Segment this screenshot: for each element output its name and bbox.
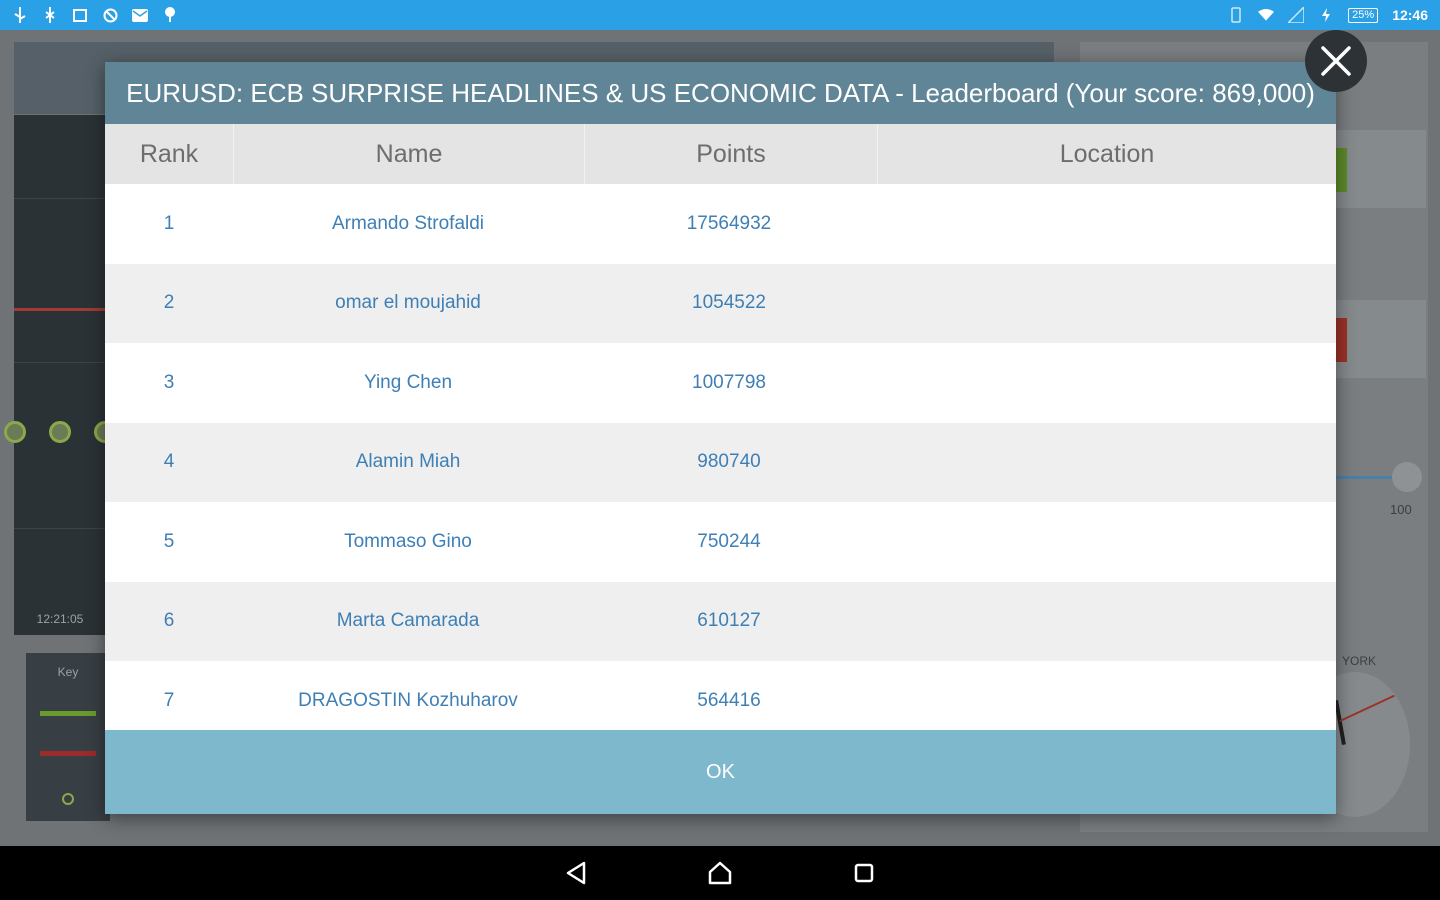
recents-square-icon (854, 863, 874, 883)
chart-gridline (14, 362, 106, 363)
recents-button[interactable] (847, 856, 881, 890)
table-row[interactable]: 3 Ying Chen 1007798 (105, 343, 1336, 423)
back-triangle-icon (566, 861, 586, 885)
background-slider-max: 100 (1390, 502, 1412, 517)
close-dialog-button[interactable] (1305, 30, 1367, 92)
rank-cell: 7 (163, 689, 175, 711)
location-cell (875, 343, 1336, 423)
location-cell (875, 661, 1336, 730)
leaderboard-table[interactable]: 1 Armando Strofaldi 17564932 2 omar el m… (105, 184, 1336, 730)
navigation-bar (0, 846, 1440, 900)
calendar-icon (72, 7, 88, 23)
blocked-icon (102, 7, 118, 23)
points-cell: 564416 (697, 689, 761, 711)
rank-cell: 6 (163, 610, 175, 632)
system-icons: 25% 12:46 (1216, 7, 1440, 23)
status-time: 12:46 (1392, 7, 1428, 23)
location-pin-icon (162, 7, 178, 23)
vibrate-icon (1228, 7, 1244, 23)
rank-cell: 4 (163, 451, 175, 473)
email-icon (132, 7, 148, 23)
points-cell: 980740 (697, 451, 761, 473)
name-cell[interactable]: Alamin Miah (233, 423, 583, 503)
name-cell[interactable]: Armando Strofaldi (233, 184, 583, 264)
background-buy-bar (1335, 148, 1347, 192)
location-cell (875, 184, 1336, 264)
chart-key-label: Key (57, 665, 79, 679)
signal-icon (1288, 7, 1305, 23)
back-button[interactable] (559, 856, 593, 890)
column-header-points: Points (585, 124, 878, 184)
location-cell (875, 502, 1336, 582)
background-sell-bar (1335, 318, 1347, 362)
background-clock-city: YORK (1342, 654, 1377, 668)
table-row[interactable]: 2 omar el moujahid 1054522 (105, 263, 1336, 344)
background-slider-track (1335, 476, 1395, 479)
key-green-line (40, 711, 96, 716)
home-icon (708, 861, 732, 885)
column-header-location: Location (1059, 139, 1155, 168)
location-cell (875, 423, 1336, 503)
key-red-line (40, 751, 96, 756)
points-cell: 610127 (697, 610, 761, 632)
column-header-name: Name (234, 124, 585, 184)
table-row[interactable]: 4 Alamin Miah 980740 (105, 422, 1336, 503)
name-cell[interactable]: Tommaso Gino (233, 502, 583, 582)
chart-point (49, 421, 71, 443)
charging-icon (1318, 7, 1334, 23)
rank-cell: 2 (163, 292, 175, 314)
name-cell[interactable]: DRAGOSTIN Kozhuharov (233, 661, 583, 730)
rank-cell: 1 (163, 212, 175, 234)
location-cell (875, 582, 1336, 662)
points-cell: 750244 (697, 530, 761, 552)
leaderboard-dialog: EURUSD: ECB SURPRISE HEADLINES & US ECON… (105, 62, 1336, 814)
bluetooth-usb-icon (42, 7, 58, 23)
chart-gridline (14, 528, 106, 529)
column-header-rank: Rank (105, 124, 234, 184)
chart-time-label: 12:21:05 (36, 612, 84, 626)
name-cell[interactable]: Ying Chen (233, 343, 583, 423)
chart-red-line (14, 308, 106, 311)
points-cell: 1054522 (692, 292, 766, 314)
wifi-icon (1258, 7, 1275, 23)
home-button[interactable] (703, 856, 737, 890)
battery-level: 25% (1348, 7, 1379, 23)
name-cell[interactable]: omar el moujahid (233, 264, 583, 344)
chart-point (4, 421, 26, 443)
table-header: Rank Name Points Location (105, 124, 1336, 184)
table-row[interactable]: 6 Marta Camarada 610127 (105, 581, 1336, 662)
key-point-icon (62, 793, 74, 805)
points-cell: 17564932 (686, 212, 772, 234)
table-row[interactable]: 1 Armando Strofaldi 17564932 (105, 184, 1336, 264)
notification-icons (0, 7, 190, 23)
name-cell[interactable]: Marta Camarada (233, 582, 583, 662)
table-row[interactable]: 5 Tommaso Gino 750244 (105, 502, 1336, 582)
table-row[interactable]: 7 DRAGOSTIN Kozhuharov 564416 (105, 661, 1336, 730)
chart-gridline (14, 198, 106, 199)
background-slider-knob (1392, 462, 1422, 492)
background-chart (14, 115, 106, 635)
rank-cell: 5 (163, 530, 175, 552)
location-cell (875, 264, 1336, 344)
close-icon (1321, 46, 1351, 76)
usb-icon (12, 7, 28, 23)
points-cell: 1007798 (692, 371, 766, 393)
rank-cell: 3 (163, 371, 175, 393)
dialog-title: EURUSD: ECB SURPRISE HEADLINES & US ECON… (105, 62, 1336, 124)
status-bar: 25% 12:46 (0, 0, 1440, 30)
chart-key: Key (26, 653, 110, 821)
ok-button[interactable]: OK (105, 730, 1336, 814)
